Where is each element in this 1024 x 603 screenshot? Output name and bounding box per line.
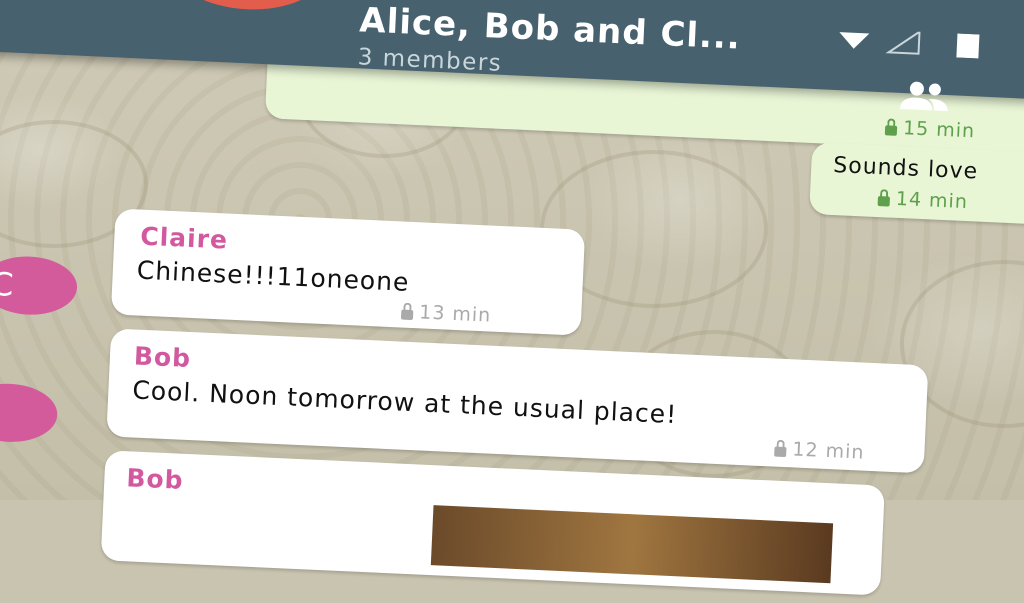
sender-name: Bob (133, 341, 192, 374)
group-avatar[interactable]: A (172, 0, 325, 13)
incoming-message[interactable]: Bob (100, 450, 885, 596)
message-meta: 13 min (400, 301, 492, 327)
members-icon[interactable] (894, 79, 955, 114)
avatar-bob[interactable]: B (0, 381, 59, 444)
message-meta: 15 min (884, 116, 976, 142)
image-thumbnail[interactable] (430, 505, 834, 584)
lock-icon (877, 195, 891, 207)
message-text: Cool. Noon tomorrow at the usual place! (131, 375, 678, 430)
lock-icon (884, 124, 898, 136)
incoming-message[interactable]: Bob Cool. Noon tomorrow at the usual pla… (106, 328, 929, 474)
battery-icon (956, 33, 980, 59)
sender-name: Claire (139, 221, 229, 255)
avatar-claire[interactable]: C (0, 254, 79, 317)
message-meta: 14 min (877, 187, 968, 213)
message-text: Sounds love (832, 152, 979, 185)
message-text: Chinese!!!11oneone (136, 255, 411, 297)
message-meta: 12 min (774, 438, 865, 464)
signal-icon (839, 29, 980, 59)
sender-name: Bob (125, 463, 185, 495)
lock-icon (774, 446, 787, 457)
outgoing-message[interactable]: Sounds love 14 min (809, 141, 1024, 225)
lock-icon (400, 309, 414, 320)
incoming-message[interactable]: Claire Chinese!!!11oneone 13 min (110, 208, 586, 336)
